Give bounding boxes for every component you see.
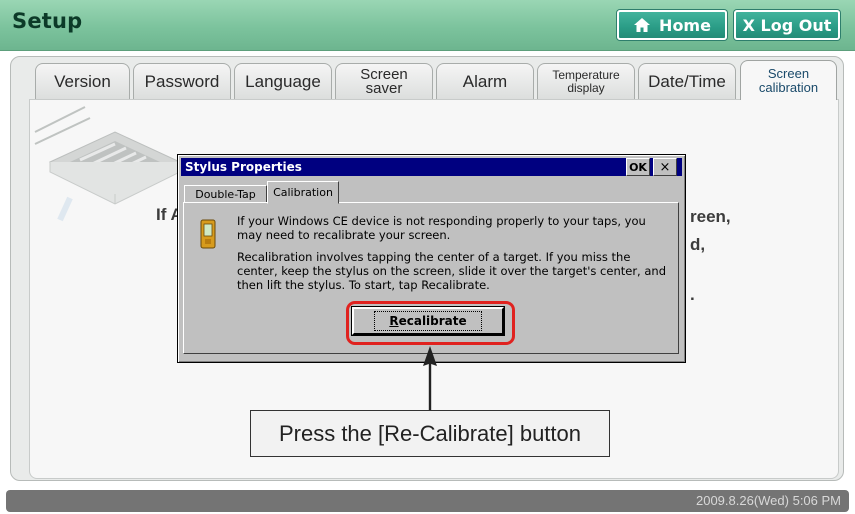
tab-label: Version (54, 71, 111, 91)
dialog-tab-calibration[interactable]: Calibration (267, 181, 339, 204)
tab-label: Screen (767, 66, 810, 81)
status-datetime: 2009.8.26(Wed) 5:06 PM (695, 493, 841, 508)
tab-label: Date/Time (648, 71, 726, 91)
tab-temperature-display[interactable]: Temperature display (537, 63, 635, 99)
background-text: reen, (690, 207, 731, 226)
tab-label: display (567, 81, 605, 95)
stylus-device-icon (200, 219, 216, 249)
tab-date-time[interactable]: Date/Time (638, 63, 736, 99)
dialog-paragraph-2: Recalibration involves tapping the cente… (237, 250, 666, 292)
tab-label: Alarm (462, 71, 508, 91)
background-text: . (690, 285, 695, 304)
status-bar: 2009.8.26(Wed) 5:06 PM (6, 490, 849, 512)
tab-alarm[interactable]: Alarm (436, 63, 534, 99)
tab-version[interactable]: Version (35, 63, 130, 99)
dialog-close-button[interactable]: × (653, 158, 677, 176)
tab-label: Password (144, 71, 220, 91)
page-title: Setup (12, 9, 83, 33)
home-button[interactable]: Home (617, 10, 727, 40)
tab-screen-calibration[interactable]: Screen calibration (740, 60, 837, 100)
tab-language[interactable]: Language (234, 63, 332, 99)
tab-label: calibration (758, 80, 819, 95)
arrow-up-icon (423, 346, 437, 410)
dialog-tab-double-tap[interactable]: Double-Tap (184, 185, 267, 203)
logout-button[interactable]: X Log Out (734, 10, 840, 40)
dialog-title: Stylus Properties (181, 158, 682, 176)
recalibrate-highlight (346, 301, 515, 345)
background-text: d, (690, 235, 706, 254)
tab-label: saver (365, 80, 403, 97)
instruction-callout: Press the [Re-Calibrate] button (250, 410, 610, 457)
home-icon (634, 18, 651, 32)
tab-password[interactable]: Password (133, 63, 231, 99)
logout-label: X Log Out (742, 15, 832, 35)
air-conditioner-illustration (34, 106, 182, 222)
home-label: Home (659, 15, 711, 35)
dialog-paragraph-1: If your Windows CE device is not respond… (237, 214, 646, 242)
dialog-ok-button[interactable]: OK (626, 158, 650, 176)
header-bar: Setup Home X Log Out (0, 0, 855, 51)
tab-label: Language (245, 71, 321, 91)
tab-screen-saver[interactable]: Screen saver (335, 63, 433, 99)
